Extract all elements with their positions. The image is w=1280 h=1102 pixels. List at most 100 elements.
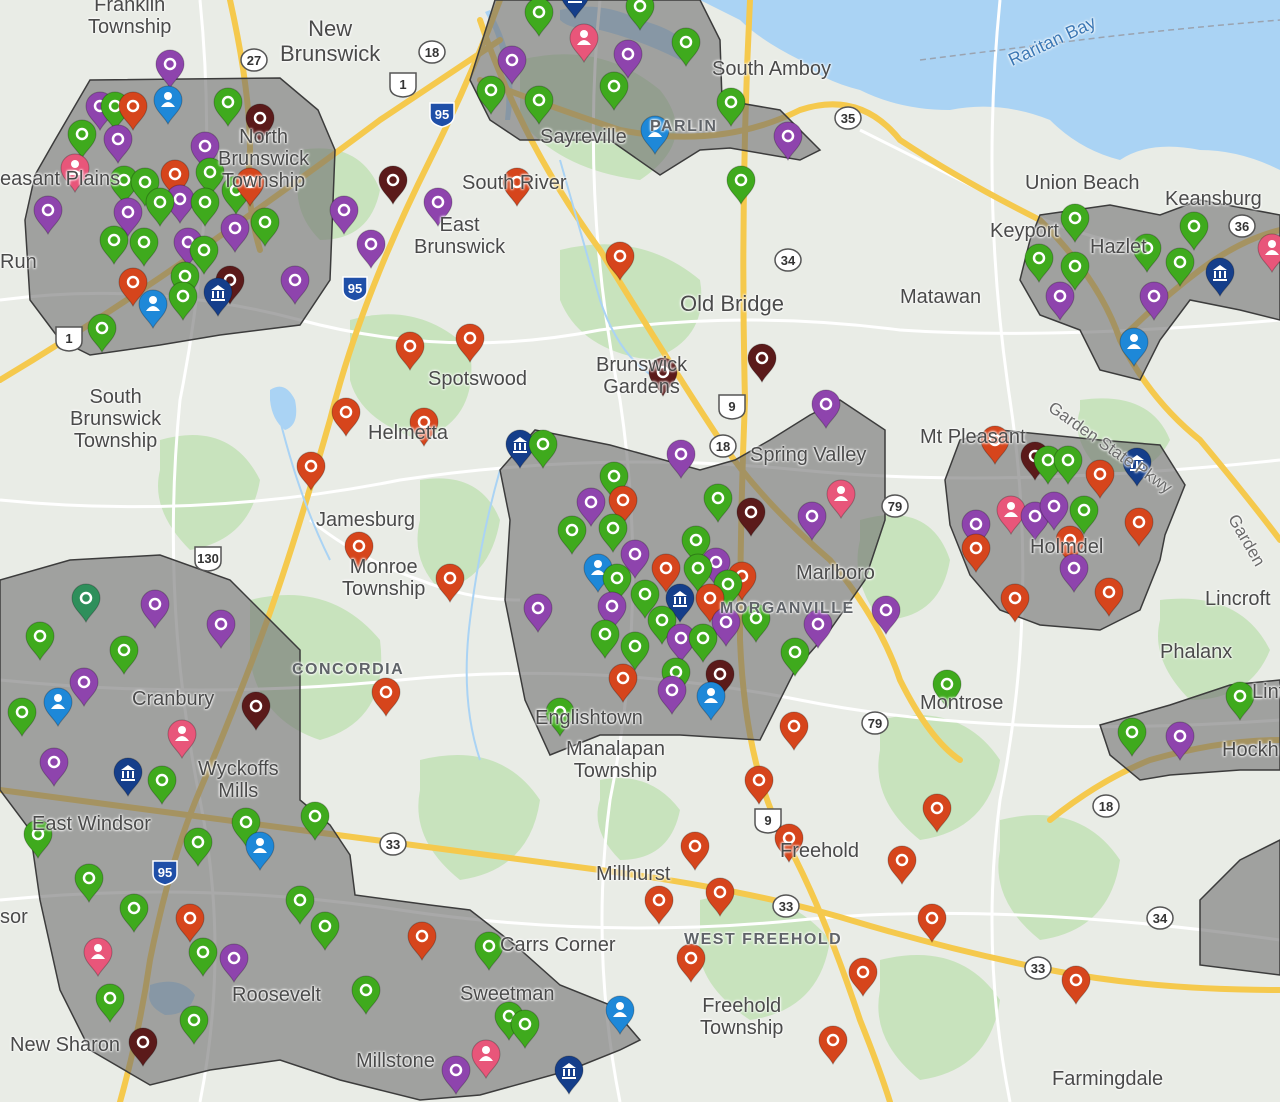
route-shield-label: 33 xyxy=(779,899,793,914)
place-sweetman: Sweetman xyxy=(460,983,555,1005)
place-new-brunswick: New Brunswick xyxy=(280,16,381,66)
route-shield-label: 95 xyxy=(348,281,362,296)
place-hazlet: Hazlet xyxy=(1090,236,1147,258)
route-shield-label: 79 xyxy=(888,499,902,514)
bank-pin[interactable] xyxy=(554,1055,584,1096)
route-shield-i-95b: 95 xyxy=(342,276,368,302)
route-shield-label: 18 xyxy=(1099,799,1113,814)
place-carrs-corner: Carrs Corner xyxy=(500,934,616,956)
place-pleasant-plains: easant Plains xyxy=(0,168,121,190)
place-cranbury: Cranbury xyxy=(132,688,215,710)
place-montrose: Montrose xyxy=(920,692,1004,714)
orange-pin[interactable] xyxy=(917,903,947,944)
route-shield-label: 35 xyxy=(841,111,855,126)
orange-pin[interactable] xyxy=(887,845,917,886)
route-shield-label: 18 xyxy=(716,439,730,454)
place-south-amboy: South Amboy xyxy=(712,58,831,80)
route-shield-rt-1a: 1 xyxy=(389,72,417,98)
map-view[interactable]: 27 18 1 95 35 36 34 95 1 9 18 79 130 79 18 9 33 95 33 34 33 … xyxy=(0,0,1280,1102)
place-phalanx: Phalanx xyxy=(1160,641,1233,663)
route-shield-rt-18a: 18 xyxy=(418,40,446,64)
route-shield-rt-34b: 34 xyxy=(1146,906,1174,930)
route-shield-rt-18c: 18 xyxy=(1092,794,1120,818)
orange-pin[interactable] xyxy=(435,563,465,604)
place-lincroft: Lincroft xyxy=(1205,588,1271,610)
place-sor: sor xyxy=(0,906,28,928)
place-brunswick-gardens: Brunswick Gardens xyxy=(596,354,688,398)
orange-pin[interactable] xyxy=(644,885,674,926)
route-shield-rt-33c: 33 xyxy=(1024,956,1052,980)
green-pin[interactable] xyxy=(726,165,756,206)
route-shield-label: 1 xyxy=(399,77,406,92)
route-shield-label: 79 xyxy=(868,716,882,731)
route-shield-label: 36 xyxy=(1235,219,1249,234)
place-manalapan: Manalapan Township xyxy=(566,738,665,782)
route-shield-label: 95 xyxy=(158,865,172,880)
orange-pin[interactable] xyxy=(680,831,710,872)
place-south-brunswick: South Brunswick Township xyxy=(70,386,162,452)
orange-pin[interactable] xyxy=(371,677,401,718)
place-marlboro: Marlboro xyxy=(796,562,875,584)
orange-pin[interactable] xyxy=(818,1025,848,1066)
place-keansburg: Keansburg xyxy=(1165,188,1262,210)
place-keyport: Keyport xyxy=(990,220,1059,242)
route-shield-rt-35: 35 xyxy=(834,106,862,130)
place-east-brunswick: East Brunswick xyxy=(414,214,506,258)
route-shield-rt-27: 27 xyxy=(240,48,268,72)
place-holmdel: Holmdel xyxy=(1030,536,1104,558)
route-shield-rt-130: 130 xyxy=(194,546,222,572)
place-morganville: MORGANVILLE xyxy=(720,600,855,617)
place-freehold-township: Freehold Township xyxy=(700,995,784,1039)
orange-pin[interactable] xyxy=(331,397,361,438)
route-shield-rt-9b: 9 xyxy=(754,808,782,834)
route-shield-i-95a: 95 xyxy=(429,102,455,128)
maroon-pin[interactable] xyxy=(378,165,408,206)
route-shield-rt-33b: 33 xyxy=(772,894,800,918)
place-west-freehold: WEST FREEHOLD xyxy=(684,931,843,948)
route-shield-label: 9 xyxy=(728,399,735,414)
place-roosevelt: Roosevelt xyxy=(232,984,321,1006)
place-north-brunswick: North Brunswick Township xyxy=(218,126,310,192)
place-mt-pleasant: Mt Pleasant xyxy=(920,426,1026,448)
place-parlin: PARLIN xyxy=(650,118,718,135)
place-old-bridge: Old Bridge xyxy=(680,291,784,316)
orange-pin[interactable] xyxy=(296,451,326,492)
place-freehold: Freehold xyxy=(780,840,859,862)
place-east-windsor: East Windsor xyxy=(32,813,151,835)
route-shield-rt-36: 36 xyxy=(1228,214,1256,238)
route-shield-label: 130 xyxy=(197,551,219,566)
maroon-pin[interactable] xyxy=(747,343,777,384)
route-shield-label: 95 xyxy=(435,107,449,122)
orange-pin[interactable] xyxy=(1061,965,1091,1006)
orange-pin[interactable] xyxy=(848,957,878,998)
place-new-sharon: New Sharon xyxy=(10,1034,121,1056)
place-franklin-township: Franklin Township xyxy=(88,0,172,38)
route-shield-label: 34 xyxy=(781,253,796,268)
route-shield-rt-79a: 79 xyxy=(881,494,909,518)
route-shield-rt-9a: 9 xyxy=(718,394,746,420)
route-shield-rt-34a: 34 xyxy=(774,248,802,272)
place-lint: Lint xyxy=(1252,681,1280,703)
route-shield-rt-1b: 1 xyxy=(55,326,83,352)
route-shield-rt-18b: 18 xyxy=(709,434,737,458)
place-helmetta: Helmetta xyxy=(368,422,449,444)
place-monroe-township: Monroe Township xyxy=(342,556,426,600)
place-matawan: Matawan xyxy=(900,286,982,308)
region-east xyxy=(1199,839,1280,976)
place-millhurst: Millhurst xyxy=(596,863,671,885)
place-hockh: Hockh xyxy=(1222,739,1279,761)
route-shield-label: 18 xyxy=(425,45,439,60)
route-shield-rt-79b: 79 xyxy=(861,711,889,735)
place-englishtown: Englishtown xyxy=(535,707,643,729)
place-spotswood: Spotswood xyxy=(428,368,527,390)
route-shield-label: 27 xyxy=(247,53,261,68)
route-shield-label: 33 xyxy=(386,837,400,852)
orange-pin[interactable] xyxy=(779,711,809,752)
place-south-river: South River xyxy=(462,172,567,194)
place-millstone: Millstone xyxy=(356,1050,435,1072)
place-jamesburg: Jamesburg xyxy=(316,509,415,531)
route-shield-label: 34 xyxy=(1153,911,1168,926)
place-concordia: CONCORDIA xyxy=(292,661,405,678)
route-shield-label: 33 xyxy=(1031,961,1045,976)
place-spring-valley: Spring Valley xyxy=(750,444,867,466)
